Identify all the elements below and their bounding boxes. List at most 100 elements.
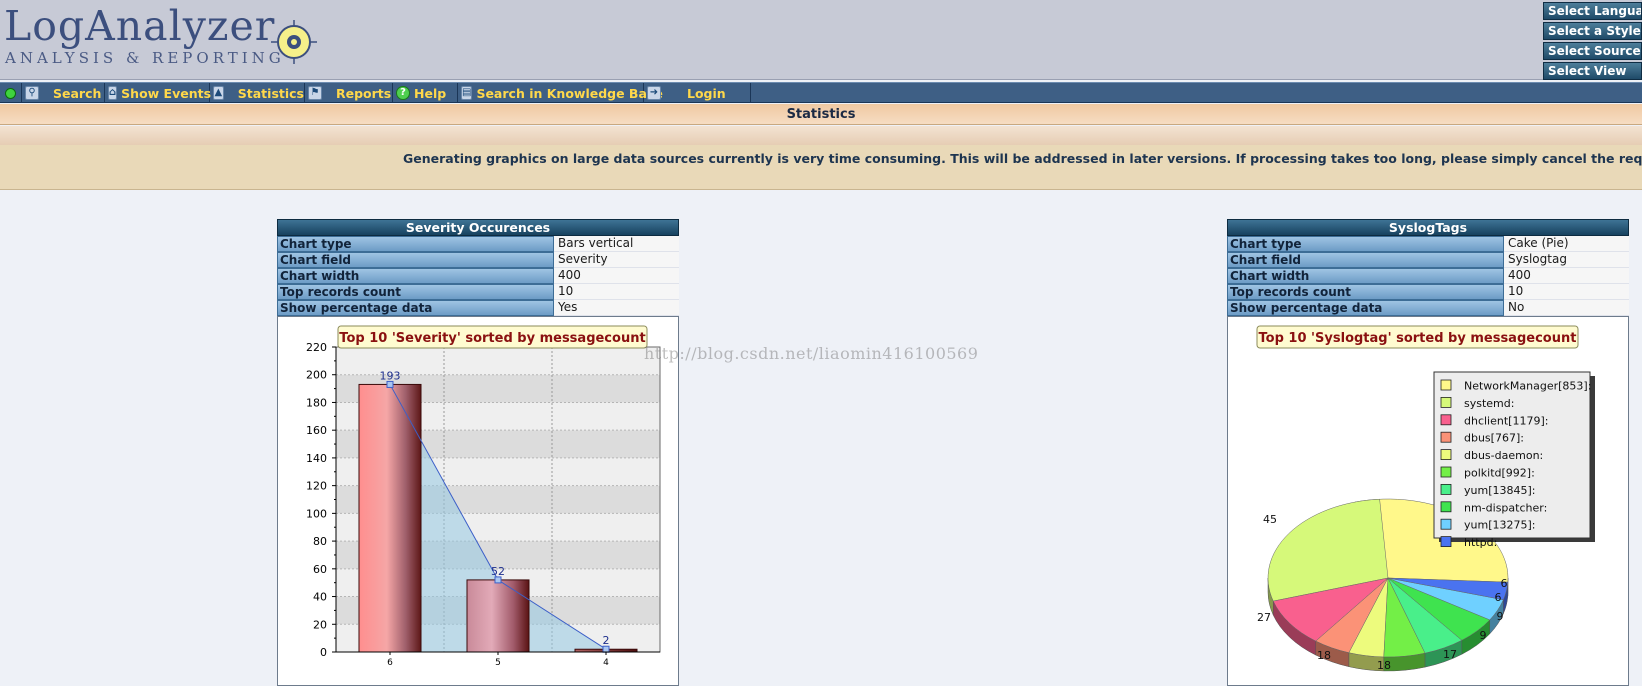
pie-value-label: 18 <box>1377 659 1391 672</box>
legend-swatch <box>1440 501 1452 513</box>
panel-row: Show percentage data Yes <box>277 300 679 316</box>
row-value: Yes <box>554 300 679 316</box>
menu-label: Search <box>53 85 102 101</box>
y-tick-label: 60 <box>313 563 327 576</box>
syslogtag-chart: Top 10 'Syslogtag' sorted by messagecoun… <box>1227 316 1629 686</box>
book-icon: ▤ <box>461 86 473 100</box>
notice-banner: Generating graphics on large data source… <box>0 145 1642 190</box>
y-tick-label: 100 <box>306 507 327 520</box>
status-dot-icon <box>5 87 16 99</box>
row-label: Chart width <box>277 268 554 284</box>
row-value: 400 <box>554 268 679 284</box>
flag-icon: ⚑ <box>308 86 322 100</box>
y-tick-label: 120 <box>306 480 327 493</box>
row-value: No <box>1504 300 1629 316</box>
menu-show-events[interactable]: ⌂ Show Events <box>105 83 212 103</box>
row-value: Severity <box>554 252 679 268</box>
legend-swatch <box>1440 431 1452 443</box>
home-icon: ⌂ <box>108 86 118 100</box>
menu-label: Reports <box>336 85 392 101</box>
bar-data-label: 52 <box>491 565 505 578</box>
legend-label: systemd: <box>1464 397 1514 410</box>
select-view-button[interactable]: Select View <box>1543 62 1642 80</box>
menu-label: Show Events <box>121 85 212 101</box>
panel-row: Top records count 10 <box>1227 284 1629 300</box>
panel-title: Severity Occurences <box>277 219 679 236</box>
menu-status[interactable] <box>0 83 22 103</box>
select-language-button[interactable]: Select Language <box>1543 2 1642 20</box>
logo-subtitle: ANALYSIS & REPORTING <box>5 49 285 67</box>
watermark-text: http://blog.csdn.net/liaomin416100569 <box>644 344 979 363</box>
menu-statistics[interactable]: ▲ Statistics <box>210 83 305 103</box>
legend-swatch <box>1440 518 1452 530</box>
y-tick-label: 140 <box>306 452 327 465</box>
y-tick-label: 180 <box>306 396 327 409</box>
legend-swatch <box>1440 483 1452 495</box>
row-value: 10 <box>554 284 679 300</box>
pie-value-label: 17 <box>1443 648 1457 661</box>
side-button-group: Select Language Select a Style Select So… <box>1543 2 1642 82</box>
login-icon: ➜ <box>647 86 661 100</box>
pie-value-label: 18 <box>1317 649 1331 662</box>
y-tick-label: 200 <box>306 369 327 382</box>
chart-icon: ▲ <box>213 86 224 100</box>
chart-title-group: Top 10 'Syslogtag' sorted by messagecoun… <box>1256 325 1579 349</box>
menu-label: Statistics <box>237 85 304 101</box>
legend-label: yum[13845]: <box>1464 484 1535 497</box>
logo-title: LogAnalyzer <box>4 2 276 50</box>
y-tick-label: 220 <box>306 341 327 354</box>
legend-swatch <box>1440 397 1452 408</box>
severity-panel: Severity Occurences Chart type Bars verti… <box>277 219 679 686</box>
bar-data-label: 193 <box>380 369 401 382</box>
legend-label: httpd: <box>1464 536 1497 549</box>
bar-data-label: 2 <box>603 634 610 647</box>
menu-reports[interactable]: ⚑ Reports <box>305 83 393 103</box>
severity-chart: 193 52 2 0 20 40 60 80 100 120 140 160 180 200 220 6 5 4 T… <box>277 316 679 686</box>
crosshair-logo-icon <box>271 20 317 64</box>
row-label: Chart field <box>1227 252 1504 268</box>
panel-title: SyslogTags <box>1227 219 1629 236</box>
row-value: Cake (Pie) <box>1504 236 1629 252</box>
legend-swatch <box>1440 466 1452 478</box>
legend-label: dbus-daemon: <box>1464 449 1543 462</box>
legend-swatch <box>1440 414 1452 426</box>
menu-label: Search in Knowledge Base <box>476 85 663 101</box>
row-value: 10 <box>1504 284 1629 300</box>
row-label: Chart field <box>277 252 554 268</box>
pie-legend: NetworkManager[853]: systemd: dhclient[117… <box>1433 371 1595 549</box>
menu-help[interactable]: ? Help <box>393 83 458 103</box>
pie-value-label: 6 <box>1495 591 1502 604</box>
row-label: Chart width <box>1227 268 1504 284</box>
row-value: Syslogtag <box>1504 252 1629 268</box>
chart-title: Top 10 'Syslogtag' sorted by messagecoun… <box>1259 331 1577 346</box>
row-label: Chart type <box>277 236 554 252</box>
pie-value-label: 6 <box>1501 577 1508 590</box>
select-source-button[interactable]: Select Source <box>1543 42 1642 60</box>
notice-text: Generating graphics on large data source… <box>403 151 1642 166</box>
menu-search[interactable]: ⚲ Search <box>22 83 105 103</box>
menu-login[interactable]: ➜ Login <box>644 83 751 103</box>
syslogtags-panel: SyslogTags Chart type Cake (Pie) Chart fi… <box>1227 219 1629 686</box>
panel-row: Show percentage data No <box>1227 300 1629 316</box>
pie-value-label: 27 <box>1257 611 1271 624</box>
panel-row: Chart field Severity <box>277 252 679 268</box>
help-icon: ? <box>396 86 410 100</box>
legend-label: yum[13275]: <box>1464 519 1535 532</box>
row-label: Top records count <box>277 284 554 300</box>
select-style-button[interactable]: Select a Style <box>1543 22 1642 40</box>
legend-label: nm-dispatcher: <box>1464 501 1547 514</box>
chart-title-group: Top 10 'Severity' sorted by messagecount <box>337 325 648 349</box>
x-tick-label: 6 <box>387 658 393 668</box>
menu-knowledge-base[interactable]: ▤ Search in Knowledge Base <box>458 83 663 103</box>
legend-swatch <box>1440 379 1452 391</box>
row-value: 400 <box>1504 268 1629 284</box>
header: LogAnalyzer ANALYSIS & REPORTING Select … <box>0 0 1642 80</box>
y-tick-label: 40 <box>313 591 327 604</box>
pie-value-label: 9 <box>1480 629 1487 642</box>
row-label: Top records count <box>1227 284 1504 300</box>
y-tick-label: 0 <box>320 646 327 659</box>
panel-row: Chart width 400 <box>277 268 679 284</box>
panel-row: Top records count 10 <box>277 284 679 300</box>
panel-row: Chart type Cake (Pie) <box>1227 236 1629 252</box>
legend-label: dbus[767]: <box>1464 432 1524 445</box>
